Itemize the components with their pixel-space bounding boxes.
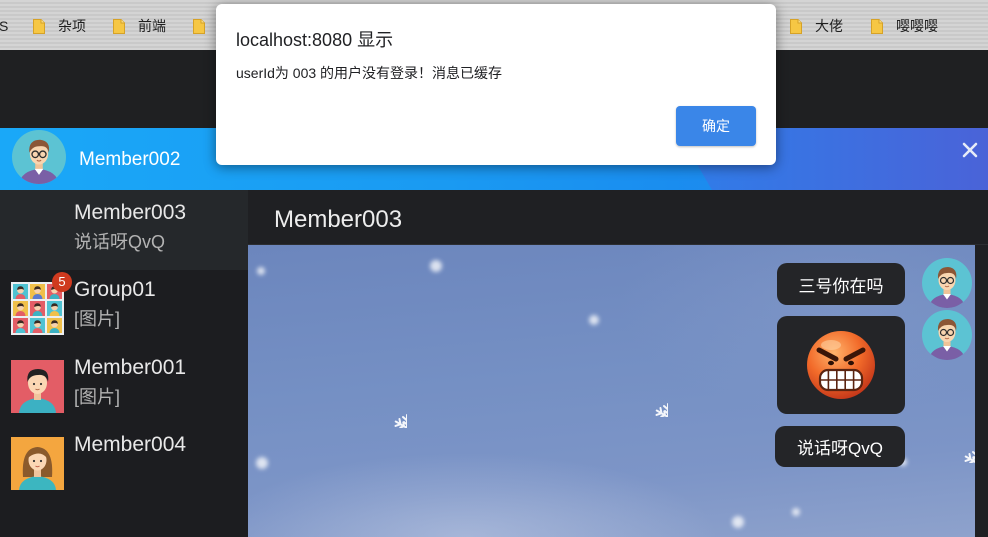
snow-dot bbox=[589, 315, 599, 325]
snowflake-icon bbox=[638, 387, 668, 417]
unread-badge: 5 bbox=[52, 272, 72, 292]
contact-last-message: [图片] bbox=[74, 387, 121, 407]
message-image-bubble bbox=[777, 316, 905, 414]
contact-list: Member003 说话呀QvQ 5 Group01 [图片] Member00… bbox=[0, 190, 248, 537]
bookmark-folder-yingyingying[interactable]: 嘤嘤嘤 bbox=[870, 16, 938, 36]
contact-name: Member001 bbox=[74, 356, 187, 379]
close-icon bbox=[962, 142, 978, 158]
contact-name: Group01 bbox=[74, 278, 156, 301]
bookmark-folder-frontend[interactable]: 前端 bbox=[112, 16, 166, 36]
message-bubble: 三号你在吗 bbox=[777, 263, 905, 305]
message-area[interactable]: 三号你在吗 说话呀QvQ bbox=[248, 245, 975, 537]
man-with-glasses-avatar-icon bbox=[12, 130, 66, 184]
contact-item-member003[interactable]: Member003 说话呀QvQ bbox=[0, 190, 248, 270]
alert-dialog-message: userId为 003 的用户没有登录！消息已缓存 bbox=[236, 65, 503, 81]
message-sender-avatar[interactable] bbox=[922, 310, 972, 360]
snowflake-icon bbox=[947, 433, 975, 463]
conversation-title: Member003 bbox=[274, 206, 403, 233]
snow-dot bbox=[256, 457, 268, 469]
snowflake-icon bbox=[377, 398, 407, 428]
folder-icon bbox=[32, 18, 46, 35]
contact-last-message: 说话呀QvQ bbox=[74, 232, 166, 252]
contact-avatar-empty bbox=[11, 205, 64, 258]
close-button[interactable] bbox=[960, 140, 980, 160]
contact-avatar bbox=[11, 437, 64, 490]
current-user-name: Member002 bbox=[79, 149, 181, 170]
message-area-scrollbar-track[interactable] bbox=[975, 245, 988, 537]
bookmark-label: 嘤嘤嘤 bbox=[896, 18, 938, 34]
snow-dot bbox=[792, 508, 800, 516]
snow-dot bbox=[732, 516, 744, 528]
contact-name: Member004 bbox=[74, 433, 187, 456]
message-sender-avatar[interactable] bbox=[922, 258, 972, 308]
folder-icon bbox=[870, 18, 884, 35]
man-avatar-icon bbox=[11, 360, 64, 413]
conversation-header: Member003 bbox=[248, 190, 988, 245]
contact-avatar bbox=[11, 360, 64, 413]
message-bubble: 说话呀QvQ bbox=[775, 426, 905, 467]
man-with-glasses-avatar-icon bbox=[922, 310, 972, 360]
folder-icon bbox=[789, 18, 803, 35]
bookmark-partial-label[interactable]: S bbox=[0, 16, 8, 36]
alert-dialog: localhost:8080 显示 userId为 003 的用户没有登录！消息… bbox=[216, 4, 776, 165]
contact-item-member001[interactable]: Member001 [图片] bbox=[0, 345, 248, 422]
contact-item-member004[interactable]: Member004 bbox=[0, 422, 248, 499]
snow-dot bbox=[257, 267, 265, 275]
bookmark-folder-dalao[interactable]: 大佬 bbox=[789, 16, 843, 36]
folder-icon bbox=[192, 18, 206, 35]
folder-icon bbox=[112, 18, 126, 35]
angry-face-emoji-icon bbox=[807, 331, 875, 399]
contact-name: Member003 bbox=[74, 201, 187, 224]
alert-ok-button[interactable]: 确定 bbox=[676, 106, 756, 146]
bookmark-folder-misc[interactable]: 杂项 bbox=[32, 16, 86, 36]
alert-dialog-title: localhost:8080 显示 bbox=[236, 30, 394, 50]
bookmark-label: 杂项 bbox=[58, 18, 86, 34]
bookmark-label: 大佬 bbox=[815, 18, 843, 34]
bookmark-folder-hidden[interactable] bbox=[192, 16, 206, 36]
woman-avatar-icon bbox=[11, 437, 64, 490]
contact-item-group01[interactable]: 5 Group01 [图片] bbox=[0, 267, 248, 344]
man-with-glasses-avatar-icon bbox=[922, 258, 972, 308]
current-user-avatar[interactable] bbox=[12, 130, 66, 184]
snow-dot bbox=[430, 260, 442, 272]
bookmark-label: 前端 bbox=[138, 18, 166, 34]
contact-last-message: [图片] bbox=[74, 309, 121, 329]
